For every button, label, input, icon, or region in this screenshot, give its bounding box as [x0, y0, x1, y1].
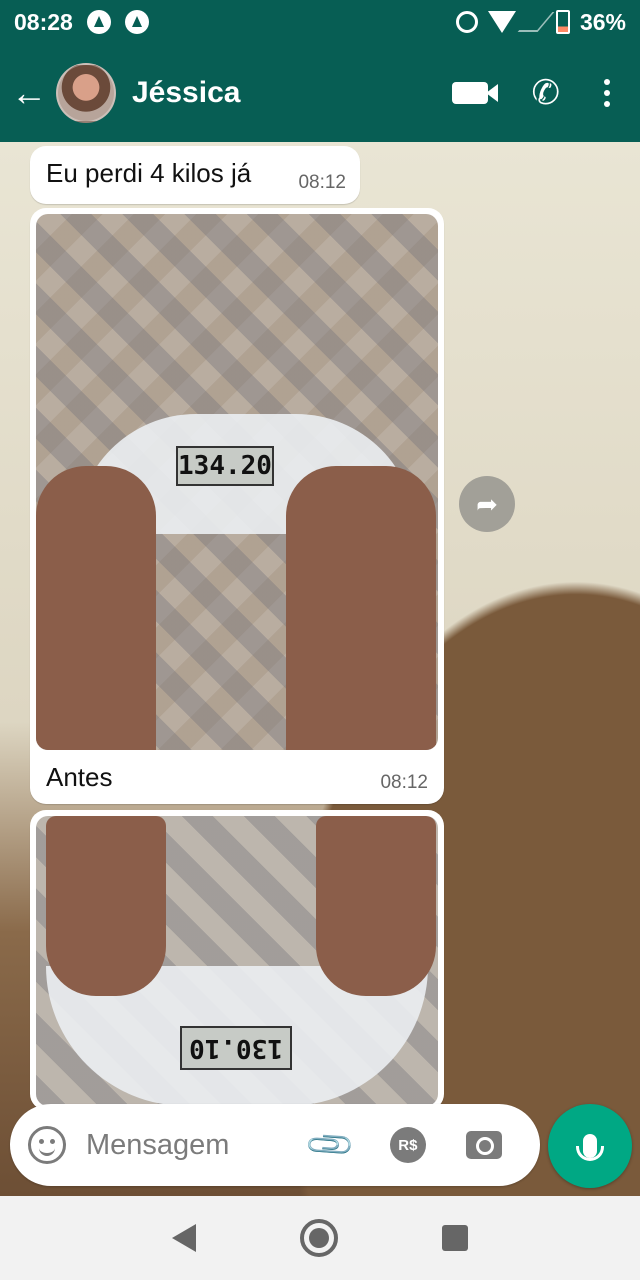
image-message-bubble[interactable]: 134.20 Antes 08:12 — [30, 208, 444, 804]
contact-avatar[interactable] — [56, 63, 116, 123]
image-message-bubble[interactable]: 130.10 — [30, 810, 444, 1110]
wifi-icon — [487, 11, 516, 33]
nav-home-icon[interactable] — [300, 1219, 338, 1257]
status-bar: 08:28 36% — [0, 0, 640, 44]
menu-dots-icon[interactable] — [604, 79, 610, 107]
foot — [46, 816, 166, 996]
phone-icon[interactable]: ✆ — [532, 76, 561, 110]
contact-name[interactable]: Jéssica — [132, 76, 240, 110]
message-bubble[interactable]: Eu perdi 4 kilos já 08:12 — [30, 146, 360, 204]
scale-display: 134.20 — [176, 446, 274, 486]
foot — [316, 816, 436, 996]
notification-icon — [86, 10, 111, 34]
chat-header: ← Jéssica ✆ — [0, 44, 640, 142]
foot — [286, 466, 436, 750]
nav-recents-icon[interactable] — [442, 1225, 468, 1251]
forward-icon[interactable]: ➦ — [459, 476, 515, 532]
message-text: Eu perdi 4 kilos já — [46, 158, 252, 188]
message-time: 08:12 — [380, 772, 428, 793]
status-time: 08:28 — [14, 8, 73, 35]
image-caption: Antes — [46, 762, 113, 792]
payment-icon[interactable]: R$ — [389, 1127, 426, 1163]
signal-icon — [517, 12, 555, 32]
scale-photo-before[interactable]: 134.20 — [36, 214, 438, 750]
emoji-icon[interactable] — [28, 1126, 66, 1164]
system-nav-bar — [0, 1196, 640, 1280]
video-call-icon[interactable] — [451, 82, 498, 104]
mic-button[interactable] — [548, 1104, 632, 1188]
attach-icon[interactable]: 📎 — [302, 1117, 357, 1172]
battery-percent: 36% — [579, 8, 626, 35]
message-time: 08:12 — [298, 172, 346, 193]
camera-icon[interactable] — [465, 1131, 502, 1159]
notification-icon — [124, 10, 149, 34]
battery-icon — [555, 10, 570, 34]
nav-back-icon[interactable] — [172, 1224, 196, 1252]
foot — [36, 466, 156, 750]
alarm-icon — [455, 11, 478, 33]
mic-icon — [576, 1134, 604, 1161]
message-composer: 📎 R$ — [10, 1104, 540, 1186]
chat-area: Eu perdi 4 kilos já 08:12 134.20 Antes 0… — [0, 142, 640, 1196]
scale-photo-after[interactable]: 130.10 — [36, 816, 438, 1106]
scale-display: 130.10 — [180, 1026, 292, 1070]
back-arrow-icon[interactable]: ← — [2, 44, 56, 142]
message-input[interactable] — [86, 1128, 296, 1162]
